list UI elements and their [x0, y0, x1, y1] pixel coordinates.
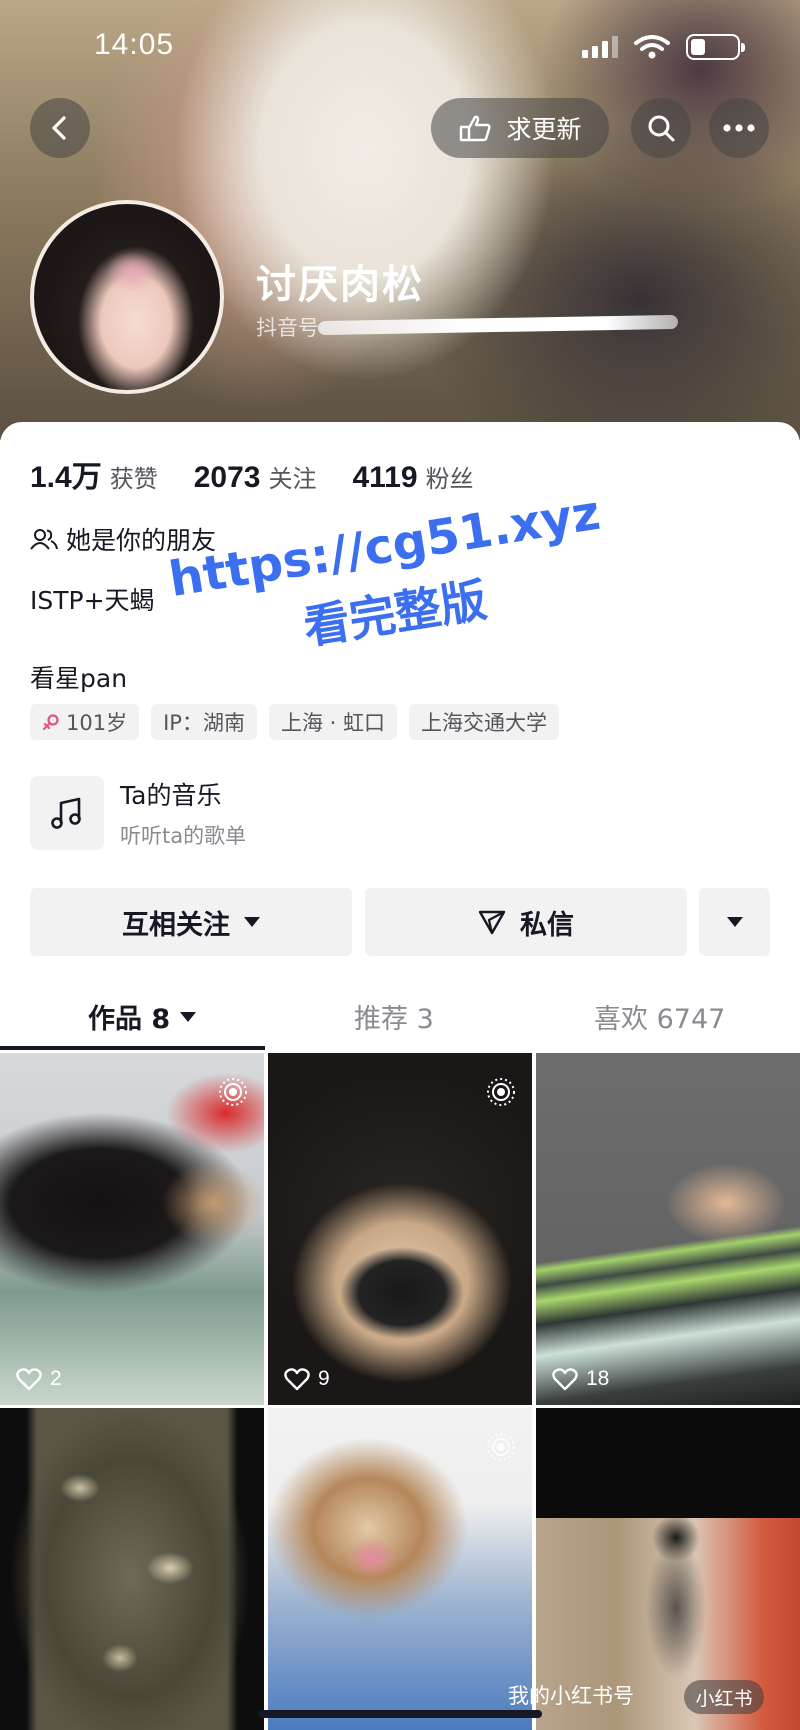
- tab-liked[interactable]: 喜欢 6747: [594, 997, 725, 1036]
- video-likes-count: 9: [318, 1367, 330, 1390]
- live-photo-icon: [219, 1078, 247, 1106]
- caret-down-icon: [180, 1011, 197, 1022]
- heart-icon: [16, 1368, 42, 1391]
- battery-icon: [686, 34, 745, 60]
- content-tabs: 作品 8 推荐 3 喜欢 6747: [0, 990, 800, 1050]
- stat-likes[interactable]: 1.4万 获赞: [30, 452, 158, 496]
- tag-ip-text: IP：湖南: [163, 711, 245, 735]
- video-thumbnail[interactable]: 9: [268, 1053, 532, 1405]
- tag-school-text: 上海交通大学: [420, 711, 547, 735]
- bio-line-1: ISTP+天蝎: [30, 586, 155, 615]
- xiaohongshu-caption: 我的小红书号: [508, 1684, 634, 1708]
- xiaohongshu-badge: 小红书: [684, 1680, 764, 1714]
- wifi-icon: [634, 35, 670, 59]
- music-icon-box: [30, 776, 104, 850]
- tab-liked-label: 喜欢 6747: [594, 1004, 726, 1035]
- video-likes-count: 18: [586, 1367, 610, 1390]
- search-icon: [648, 115, 675, 142]
- status-bar: 14:05: [0, 0, 800, 96]
- stat-followers-label: 粉丝: [425, 465, 474, 493]
- tag-location[interactable]: 上海 · 虹口: [268, 704, 397, 740]
- stat-followers-value: 4119: [352, 461, 418, 494]
- stat-following-label: 关注: [268, 465, 317, 493]
- mutual-follow-button[interactable]: 互相关注: [30, 888, 352, 956]
- video-thumbnail[interactable]: [0, 1408, 264, 1730]
- video-grid: 2 9 18 小红书: [0, 1053, 800, 1730]
- more-button[interactable]: [709, 98, 769, 158]
- bio-line-2: 看星pan: [30, 664, 128, 693]
- video-thumbnail[interactable]: 2: [0, 1053, 264, 1405]
- video-letterbox: [536, 1408, 800, 1518]
- request-update-button[interactable]: 求更新: [431, 98, 609, 158]
- music-text: Ta的音乐 听听ta的歌单: [120, 776, 246, 850]
- status-icons: [582, 34, 745, 60]
- home-indicator: [258, 1710, 542, 1718]
- stats-row: 1.4万 获赞 2073 关注 4119 粉丝: [30, 452, 474, 496]
- live-photo-icon: [487, 1078, 515, 1106]
- chevron-left-icon: [52, 116, 66, 140]
- tab-works[interactable]: 作品 8: [88, 997, 197, 1036]
- active-tab-indicator: [0, 1046, 265, 1050]
- music-note-icon: [51, 797, 81, 829]
- video-thumbnail[interactable]: [268, 1408, 532, 1730]
- status-time: 14:05: [94, 28, 175, 61]
- caret-down-icon: [244, 917, 260, 927]
- more-dots-icon: [723, 124, 755, 132]
- music-subtitle: 听听ta的歌单: [120, 824, 247, 848]
- stat-followers[interactable]: 4119 粉丝: [352, 459, 473, 495]
- profile-id-label: 抖音号: [256, 316, 319, 340]
- back-button[interactable]: [30, 98, 90, 158]
- tag-location-text: 上海 · 虹口: [280, 711, 385, 735]
- pointing-hand-icon: [460, 115, 492, 142]
- live-photo-icon: [487, 1433, 515, 1461]
- more-actions-button[interactable]: [699, 888, 770, 956]
- video-likes: 2: [16, 1367, 62, 1391]
- avatar[interactable]: [30, 200, 224, 394]
- message-label: 私信: [520, 909, 574, 941]
- message-button[interactable]: 私信: [365, 888, 687, 956]
- female-icon: [42, 714, 59, 731]
- friends-icon: [30, 529, 58, 550]
- profile-tags: 101岁 IP：湖南 上海 · 虹口 上海交通大学: [30, 704, 559, 740]
- music-entry[interactable]: Ta的音乐 听听ta的歌单: [30, 776, 246, 850]
- tag-ip: IP：湖南: [151, 704, 257, 740]
- stat-following[interactable]: 2073 关注: [194, 459, 317, 495]
- tag-school[interactable]: 上海交通大学: [408, 704, 559, 740]
- tab-works-label: 作品 8: [88, 1004, 171, 1035]
- mutual-follow-label: 互相关注: [122, 909, 230, 941]
- tag-age-text: 101岁: [66, 711, 128, 735]
- profile-name: 讨厌肉松: [256, 262, 424, 308]
- stat-likes-value: 1.4万: [30, 461, 102, 494]
- tag-age: 101岁: [30, 704, 140, 740]
- music-title: Ta的音乐: [120, 781, 222, 810]
- video-thumbnail[interactable]: 18: [536, 1053, 800, 1405]
- stat-likes-label: 获赞: [109, 465, 158, 493]
- video-likes: 18: [552, 1367, 609, 1391]
- request-update-label: 求更新: [506, 115, 582, 144]
- send-icon: [478, 910, 506, 935]
- video-likes: 9: [284, 1367, 330, 1391]
- heart-icon: [552, 1368, 578, 1391]
- search-button[interactable]: [631, 98, 691, 158]
- video-likes-count: 2: [50, 1367, 62, 1390]
- signal-icon: [582, 36, 618, 58]
- tab-recommended[interactable]: 推荐 3: [354, 997, 434, 1036]
- heart-icon: [284, 1368, 310, 1391]
- caret-down-icon: [726, 917, 743, 927]
- stat-following-value: 2073: [193, 461, 261, 494]
- tab-recommended-label: 推荐 3: [354, 1004, 434, 1035]
